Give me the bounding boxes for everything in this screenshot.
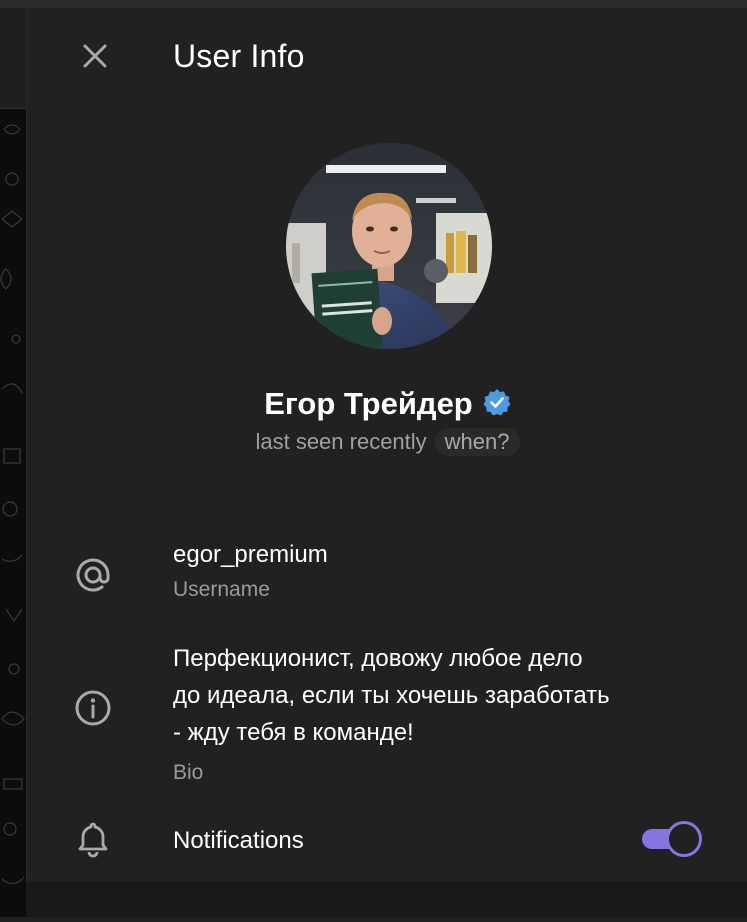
username-row[interactable]: egor_premium Username bbox=[27, 530, 747, 620]
avatar[interactable] bbox=[286, 143, 492, 349]
bell-icon bbox=[71, 817, 115, 861]
close-button[interactable] bbox=[75, 38, 115, 78]
toggle-knob bbox=[666, 821, 702, 857]
chat-area-edge bbox=[0, 8, 26, 917]
notifications-toggle[interactable] bbox=[640, 821, 702, 857]
bio-text: Перфекционист, довожу любое дело до идеа… bbox=[173, 640, 610, 751]
bio-label: Bio bbox=[173, 761, 204, 784]
wallpaper-doodles bbox=[0, 124, 25, 885]
chat-wallpaper bbox=[0, 109, 26, 917]
verified-badge-icon bbox=[483, 388, 511, 421]
bio-line: - жду тебя в команде! bbox=[173, 719, 414, 746]
status-row: last seen recently when? bbox=[27, 428, 747, 456]
user-info-panel: User Info Егор Трейдер last seen recentl… bbox=[26, 8, 747, 882]
panel-title: User Info bbox=[173, 38, 305, 74]
bio-line: Перфекционист, довожу любое дело bbox=[173, 645, 583, 672]
notifications-row[interactable]: Notifications bbox=[27, 808, 747, 870]
bio-row[interactable]: Перфекционист, довожу любое дело до идеа… bbox=[27, 630, 747, 795]
bio-line: до идеала, если ты хочешь заработать bbox=[173, 682, 610, 709]
notifications-label: Notifications bbox=[173, 827, 304, 854]
last-seen-status: last seen recently bbox=[255, 429, 427, 454]
username-label: Username bbox=[173, 578, 270, 601]
profile-name: Егор Трейдер bbox=[264, 386, 473, 421]
bottom-bar bbox=[26, 882, 747, 917]
info-icon bbox=[71, 686, 115, 730]
username-value: egor_premium bbox=[173, 541, 328, 568]
close-icon bbox=[81, 42, 109, 75]
profile-name-row: Егор Трейдер bbox=[27, 386, 747, 422]
at-sign-icon bbox=[71, 553, 115, 597]
chat-header-edge bbox=[0, 8, 26, 109]
when-button[interactable]: when? bbox=[434, 428, 520, 456]
